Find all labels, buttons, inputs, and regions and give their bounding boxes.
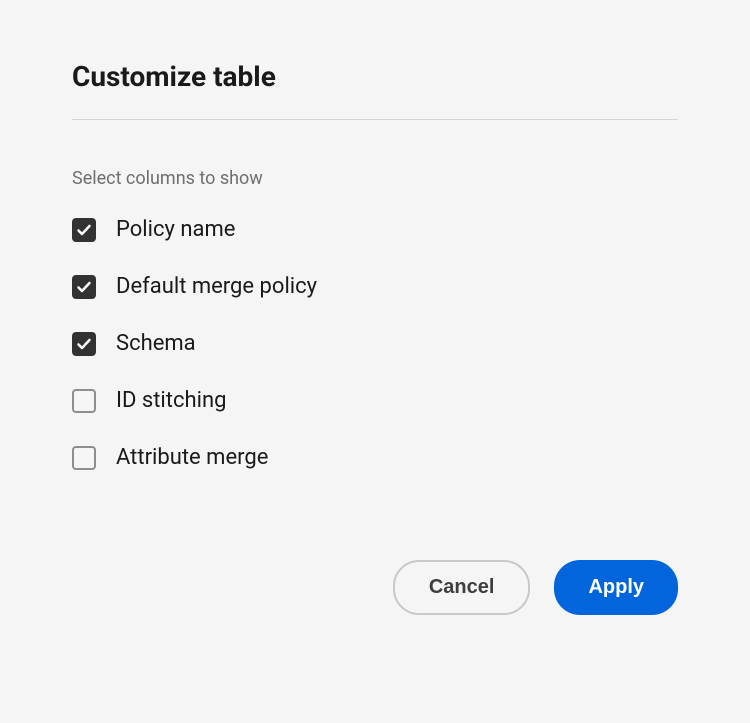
checkbox-attribute-merge[interactable] (72, 446, 96, 470)
checkbox-id-stitching[interactable] (72, 389, 96, 413)
checkbox-label: Schema (116, 331, 196, 356)
check-icon (76, 336, 92, 352)
checkbox-policy-name[interactable] (72, 218, 96, 242)
cancel-button[interactable]: Cancel (393, 560, 531, 615)
customize-table-dialog: Customize table Select columns to show P… (0, 0, 750, 687)
apply-button[interactable]: Apply (554, 560, 678, 615)
checkbox-row-policy-name[interactable]: Policy name (72, 217, 678, 242)
checkbox-row-default-merge-policy[interactable]: Default merge policy (72, 274, 678, 299)
checkbox-row-id-stitching[interactable]: ID stitching (72, 388, 678, 413)
checkbox-schema[interactable] (72, 332, 96, 356)
column-checkbox-list: Policy name Default merge policy Schema … (72, 217, 678, 470)
check-icon (76, 279, 92, 295)
checkbox-row-schema[interactable]: Schema (72, 331, 678, 356)
checkbox-default-merge-policy[interactable] (72, 275, 96, 299)
check-icon (76, 222, 92, 238)
checkbox-label: Default merge policy (116, 274, 317, 299)
dialog-title: Customize table (72, 60, 678, 93)
dialog-button-row: Cancel Apply (72, 560, 678, 615)
dialog-subtitle: Select columns to show (72, 168, 678, 189)
checkbox-label: ID stitching (116, 388, 226, 413)
checkbox-label: Attribute merge (116, 445, 268, 470)
divider (72, 119, 678, 120)
checkbox-row-attribute-merge[interactable]: Attribute merge (72, 445, 678, 470)
checkbox-label: Policy name (116, 217, 235, 242)
